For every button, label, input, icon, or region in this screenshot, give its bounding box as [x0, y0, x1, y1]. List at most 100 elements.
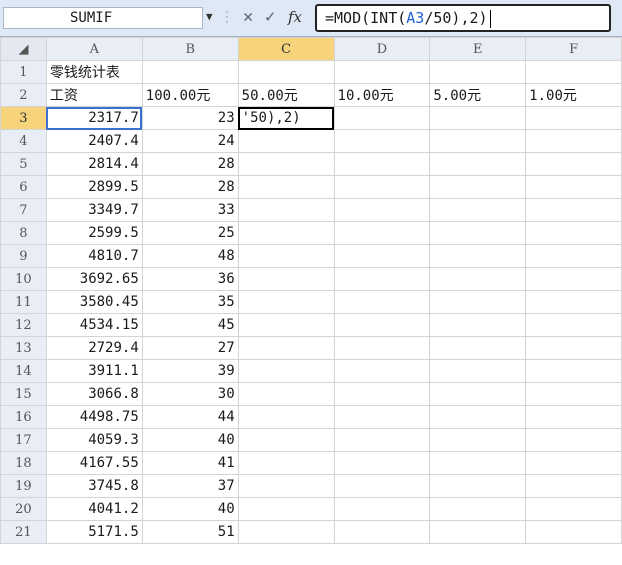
cell-e12[interactable]: [429, 313, 527, 337]
cell-b18[interactable]: 41: [141, 451, 239, 475]
formula-input[interactable]: =MOD(INT(A3/50),2): [315, 4, 611, 32]
row-header[interactable]: 17: [0, 428, 47, 452]
row-header[interactable]: 19: [0, 474, 47, 498]
column-header-e[interactable]: E: [429, 37, 527, 61]
cell-d16[interactable]: [333, 405, 431, 429]
cell-b8[interactable]: 25: [141, 221, 239, 245]
cell-a9[interactable]: 4810.7: [45, 244, 143, 268]
cell-e21[interactable]: [429, 520, 527, 544]
cell-d10[interactable]: [333, 267, 431, 291]
row-header[interactable]: 13: [0, 336, 47, 360]
cell-b19[interactable]: 37: [141, 474, 239, 498]
cell-c16[interactable]: [237, 405, 335, 429]
cell-c1[interactable]: [237, 60, 335, 84]
cell-a12[interactable]: 4534.15: [45, 313, 143, 337]
cell-d3[interactable]: [333, 106, 431, 130]
cell-c17[interactable]: [237, 428, 335, 452]
cell-d15[interactable]: [333, 382, 431, 406]
cell-e20[interactable]: [429, 497, 527, 521]
cell-f8[interactable]: [525, 221, 622, 245]
cell-f15[interactable]: [525, 382, 622, 406]
cell-c20[interactable]: [237, 497, 335, 521]
cell-f14[interactable]: [525, 359, 622, 383]
cell-b9[interactable]: 48: [141, 244, 239, 268]
cell-d2[interactable]: 10.00元: [333, 83, 431, 107]
cell-e5[interactable]: [429, 152, 527, 176]
cell-a17[interactable]: 4059.3: [45, 428, 143, 452]
cell-c11[interactable]: [237, 290, 335, 314]
chevron-down-icon[interactable]: ▼: [206, 10, 213, 23]
cell-b16[interactable]: 44: [141, 405, 239, 429]
cell-a19[interactable]: 3745.8: [45, 474, 143, 498]
cell-a1[interactable]: 零钱统计表: [45, 60, 143, 84]
cell-b2[interactable]: 100.00元: [141, 83, 239, 107]
cell-c21[interactable]: [237, 520, 335, 544]
cell-a3[interactable]: 2317.7: [45, 106, 143, 130]
select-all-corner[interactable]: ◢: [0, 37, 47, 61]
cell-d1[interactable]: [333, 60, 431, 84]
cell-e10[interactable]: [429, 267, 527, 291]
cell-c19[interactable]: [237, 474, 335, 498]
cell-b6[interactable]: 28: [141, 175, 239, 199]
cell-f2[interactable]: 1.00元: [525, 83, 622, 107]
cell-e18[interactable]: [429, 451, 527, 475]
cell-a15[interactable]: 3066.8: [45, 382, 143, 406]
cell-d6[interactable]: [333, 175, 431, 199]
cell-d4[interactable]: [333, 129, 431, 153]
cell-b14[interactable]: 39: [141, 359, 239, 383]
cell-c9[interactable]: [237, 244, 335, 268]
cell-f13[interactable]: [525, 336, 622, 360]
row-header[interactable]: 11: [0, 290, 47, 314]
cell-b13[interactable]: 27: [141, 336, 239, 360]
name-box[interactable]: SUMIF: [3, 7, 203, 29]
insert-function-icon[interactable]: fx: [288, 8, 302, 26]
cell-e11[interactable]: [429, 290, 527, 314]
row-header[interactable]: 7: [0, 198, 47, 222]
cell-a11[interactable]: 3580.45: [45, 290, 143, 314]
cell-c8[interactable]: [237, 221, 335, 245]
cell-e16[interactable]: [429, 405, 527, 429]
cell-d7[interactable]: [333, 198, 431, 222]
cell-a2[interactable]: 工资: [45, 83, 143, 107]
cell-d8[interactable]: [333, 221, 431, 245]
row-header[interactable]: 10: [0, 267, 47, 291]
cell-d17[interactable]: [333, 428, 431, 452]
cell-d5[interactable]: [333, 152, 431, 176]
column-header-c[interactable]: C: [237, 37, 335, 61]
cell-c18[interactable]: [237, 451, 335, 475]
row-header[interactable]: 6: [0, 175, 47, 199]
fill-handle[interactable]: [331, 127, 334, 129]
row-header[interactable]: 12: [0, 313, 47, 337]
row-header[interactable]: 21: [0, 520, 47, 544]
row-header[interactable]: 9: [0, 244, 47, 268]
cell-f20[interactable]: [525, 497, 622, 521]
cell-b7[interactable]: 33: [141, 198, 239, 222]
cell-a20[interactable]: 4041.2: [45, 497, 143, 521]
cell-d19[interactable]: [333, 474, 431, 498]
row-header[interactable]: 20: [0, 497, 47, 521]
cell-a6[interactable]: 2899.5: [45, 175, 143, 199]
cell-a8[interactable]: 2599.5: [45, 221, 143, 245]
cell-f19[interactable]: [525, 474, 622, 498]
cell-a21[interactable]: 5171.5: [45, 520, 143, 544]
cell-e17[interactable]: [429, 428, 527, 452]
row-header[interactable]: 16: [0, 405, 47, 429]
cell-e15[interactable]: [429, 382, 527, 406]
row-header[interactable]: 4: [0, 129, 47, 153]
cell-a7[interactable]: 3349.7: [45, 198, 143, 222]
cell-e6[interactable]: [429, 175, 527, 199]
cell-c6[interactable]: [237, 175, 335, 199]
cell-c10[interactable]: [237, 267, 335, 291]
cell-d13[interactable]: [333, 336, 431, 360]
cell-b1[interactable]: [141, 60, 239, 84]
column-header-f[interactable]: F: [525, 37, 622, 61]
cell-e14[interactable]: [429, 359, 527, 383]
cell-f6[interactable]: [525, 175, 622, 199]
cell-f9[interactable]: [525, 244, 622, 268]
row-header[interactable]: 5: [0, 152, 47, 176]
cell-e4[interactable]: [429, 129, 527, 153]
cell-e2[interactable]: 5.00元: [429, 83, 527, 107]
cell-d12[interactable]: [333, 313, 431, 337]
cell-d18[interactable]: [333, 451, 431, 475]
cell-d14[interactable]: [333, 359, 431, 383]
